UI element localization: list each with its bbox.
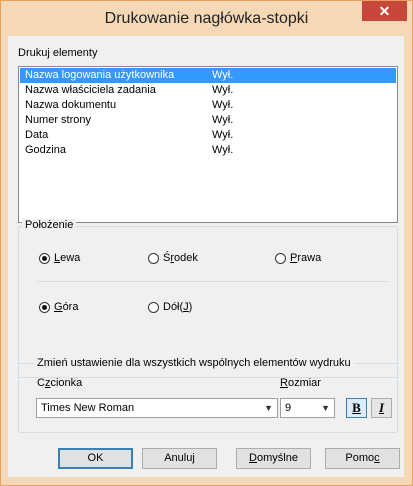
list-item[interactable]: Nazwa logowania użytkownika Wył. <box>20 68 396 83</box>
label-part: odek <box>174 252 198 264</box>
radio-left[interactable]: Lewa <box>39 252 80 264</box>
list-item[interactable]: Godzina Wył. <box>20 143 396 158</box>
radio-dot <box>148 252 159 264</box>
italic-button[interactable]: I <box>371 398 392 418</box>
item-value: Wył. <box>212 99 234 111</box>
radio-dot <box>39 301 50 313</box>
list-item[interactable]: Nazwa dokumentu Wył. <box>20 98 396 113</box>
button-label: OK <box>87 452 104 464</box>
label-part: ewa <box>60 252 81 264</box>
item-name: Numer strony <box>25 114 92 126</box>
size-label: Rozmiar <box>280 377 321 389</box>
cancel-button[interactable]: Anuluj <box>142 448 217 469</box>
help-button[interactable]: Pomoc <box>325 448 400 469</box>
item-value: Wył. <box>212 69 234 81</box>
label-part: C <box>37 377 45 389</box>
button-label: Anuluj <box>164 452 195 464</box>
button-label: Domyślne <box>249 452 298 464</box>
label-part: ozmiar <box>287 377 321 389</box>
label-part: cionka <box>50 377 83 389</box>
font-group-title: Zmień ustawienie dla wszystkich wspólnyc… <box>34 357 354 369</box>
label-part: óra <box>62 301 79 313</box>
item-name: Data <box>25 129 49 141</box>
close-icon: ✕ <box>378 3 391 19</box>
item-name: Godzina <box>25 144 66 156</box>
print-elements-label: Drukuj elementy <box>18 47 97 59</box>
radio-label: Prawa <box>290 252 321 264</box>
radio-dot <box>275 252 286 264</box>
title-bar[interactable]: Drukowanie nagłówka-stopki ✕ <box>1 1 412 36</box>
label-part: G <box>54 301 63 313</box>
font-select[interactable]: Times New Roman ▼ <box>36 398 278 418</box>
radio-label: Góra <box>54 301 78 313</box>
label-part: c <box>374 452 380 464</box>
label-part: R <box>280 377 288 389</box>
size-select-value: 9 <box>285 402 292 414</box>
button-label: Pomoc <box>345 452 379 464</box>
label-part: Dół( <box>163 301 184 313</box>
bold-button[interactable]: B <box>346 398 367 418</box>
radio-label: Dół(J) <box>163 301 192 313</box>
bold-icon: B <box>352 400 361 415</box>
item-name: Nazwa dokumentu <box>25 99 117 111</box>
group-separator <box>38 281 388 282</box>
list-item[interactable]: Data Wył. <box>20 128 396 143</box>
list-item[interactable]: Numer strony Wył. <box>20 113 396 128</box>
dialog-client-area: Drukuj elementy Nazwa logowania użytkown… <box>8 36 404 477</box>
item-value: Wył. <box>212 144 234 156</box>
chevron-down-icon: ▼ <box>321 403 330 413</box>
label-part: omyślne <box>256 452 298 464</box>
font-label: Czcionka <box>37 377 82 389</box>
radio-label: Środek <box>163 252 198 264</box>
radio-bottom[interactable]: Dół(J) <box>148 301 192 313</box>
label-part: D <box>249 452 257 464</box>
radio-right[interactable]: Prawa <box>275 252 321 264</box>
print-elements-list[interactable]: Nazwa logowania użytkownika Wył. Nazwa w… <box>18 66 398 223</box>
italic-icon: I <box>378 400 385 415</box>
position-group-title: Położenie <box>22 219 77 231</box>
ok-button[interactable]: OK <box>58 448 133 469</box>
radio-dot <box>39 252 50 264</box>
radio-center[interactable]: Środek <box>148 252 198 264</box>
item-name: Nazwa właściciela zadania <box>25 84 156 96</box>
label-part: ) <box>188 301 193 313</box>
size-select[interactable]: 9 ▼ <box>280 398 335 418</box>
chevron-down-icon: ▼ <box>264 403 273 413</box>
label-part: rawa <box>297 252 322 264</box>
radio-dot <box>148 301 159 313</box>
item-value: Wył. <box>212 84 234 96</box>
close-button[interactable]: ✕ <box>362 1 407 21</box>
radio-label: Lewa <box>54 252 80 264</box>
radio-top[interactable]: Góra <box>39 301 78 313</box>
item-name: Nazwa logowania użytkownika <box>25 69 175 81</box>
print-elements-label-text: Drukuj elementy <box>18 47 98 59</box>
list-item[interactable]: Nazwa właściciela zadania Wył. <box>20 83 396 98</box>
label-part: Pomo <box>345 452 375 464</box>
font-select-value: Times New Roman <box>41 402 135 414</box>
defaults-button[interactable]: Domyślne <box>236 448 311 469</box>
item-value: Wył. <box>212 129 234 141</box>
window-title: Drukowanie nagłówka-stopki <box>104 10 309 27</box>
item-value: Wył. <box>212 114 234 126</box>
dialog-window: Drukowanie nagłówka-stopki ✕ Drukuj elem… <box>0 0 413 486</box>
